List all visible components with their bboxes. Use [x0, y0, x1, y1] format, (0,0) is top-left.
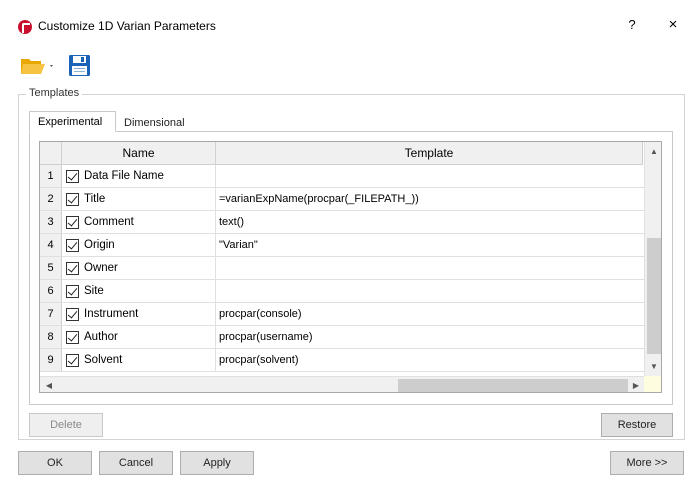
template-cell[interactable]: procpar(console) [216, 303, 644, 326]
table-row[interactable]: 6 Site [40, 280, 644, 303]
column-header-template[interactable]: Template [216, 142, 643, 165]
template-cell[interactable] [216, 165, 644, 188]
row-checkbox[interactable] [66, 285, 79, 298]
row-number: 5 [40, 257, 62, 280]
row-number: 8 [40, 326, 62, 349]
row-number: 1 [40, 165, 62, 188]
row-checkbox[interactable] [66, 308, 79, 321]
name-cell[interactable]: Comment [62, 211, 216, 234]
template-cell[interactable]: procpar(solvent) [216, 349, 644, 372]
name-cell[interactable]: Owner [62, 257, 216, 280]
close-button[interactable]: × [665, 16, 681, 33]
row-checkbox[interactable] [66, 331, 79, 344]
template-cell[interactable] [216, 257, 644, 280]
restore-button[interactable]: Restore [601, 413, 673, 437]
title-bar: Customize 1D Varian Parameters ? × [0, 0, 686, 40]
table-row[interactable]: 1 Data File Name [40, 165, 644, 188]
horizontal-scrollbar[interactable]: ◀ ▶ [40, 376, 644, 392]
scrollbar-corner [644, 376, 661, 392]
delete-button[interactable]: Delete [29, 413, 103, 437]
column-header-name[interactable]: Name [62, 142, 216, 165]
template-cell[interactable]: text() [216, 211, 644, 234]
template-cell[interactable]: =varianExpName(procpar(_FILEPATH_)) [216, 188, 644, 211]
template-cell[interactable] [216, 280, 644, 303]
table-row[interactable]: 4 Origin "Varian" [40, 234, 644, 257]
row-name: Title [84, 193, 106, 205]
scroll-right-arrow-icon[interactable]: ▶ [628, 377, 644, 392]
window-title: Customize 1D Varian Parameters [38, 19, 216, 33]
scroll-down-arrow-icon[interactable]: ▼ [645, 359, 661, 375]
row-checkbox[interactable] [66, 216, 79, 229]
row-name: Owner [84, 262, 118, 274]
vertical-scrollbar[interactable]: ▲ ▼ [644, 142, 661, 376]
table-row[interactable]: 8 Author procpar(username) [40, 326, 644, 349]
name-cell[interactable]: Origin [62, 234, 216, 257]
folder-open-icon [21, 59, 53, 74]
row-name: Site [84, 285, 104, 297]
name-cell[interactable]: Title [62, 188, 216, 211]
more-button[interactable]: More >> [610, 451, 684, 475]
name-cell[interactable]: Instrument [62, 303, 216, 326]
row-number: 3 [40, 211, 62, 234]
table-row[interactable]: 3 Comment text() [40, 211, 644, 234]
name-cell[interactable]: Data File Name [62, 165, 216, 188]
table-row[interactable]: 7 Instrument procpar(console) [40, 303, 644, 326]
name-cell[interactable]: Author [62, 326, 216, 349]
horizontal-scroll-thumb[interactable] [398, 379, 628, 392]
cancel-button[interactable]: Cancel [99, 451, 173, 475]
tab-experimental[interactable]: Experimental [29, 111, 116, 132]
row-number: 4 [40, 234, 62, 257]
apply-button[interactable]: Apply [180, 451, 254, 475]
row-number: 2 [40, 188, 62, 211]
vertical-scroll-thumb[interactable] [647, 238, 661, 354]
row-number: 6 [40, 280, 62, 303]
row-checkbox[interactable] [66, 170, 79, 183]
row-name: Comment [84, 216, 134, 228]
template-cell[interactable]: "Varian" [216, 234, 644, 257]
row-checkbox[interactable] [66, 354, 79, 367]
name-cell[interactable]: Solvent [62, 349, 216, 372]
open-button[interactable] [20, 56, 56, 76]
app-logo-icon [18, 20, 32, 34]
name-cell[interactable]: Site [62, 280, 216, 303]
save-button[interactable] [68, 54, 91, 77]
table-row[interactable]: 5 Owner [40, 257, 644, 280]
floppy-save-icon [69, 55, 90, 76]
row-name: Origin [84, 239, 115, 251]
row-checkbox[interactable] [66, 262, 79, 275]
table-row[interactable]: 9 Solvent procpar(solvent) [40, 349, 644, 372]
scroll-up-arrow-icon[interactable]: ▲ [645, 144, 661, 160]
table-row[interactable]: 2 Title =varianExpName(procpar(_FILEPATH… [40, 188, 644, 211]
row-name: Data File Name [84, 170, 164, 182]
row-number: 7 [40, 303, 62, 326]
templates-group-label: Templates [26, 87, 83, 99]
row-name: Author [84, 331, 118, 343]
scroll-left-arrow-icon[interactable]: ◀ [41, 377, 57, 392]
row-checkbox[interactable] [66, 239, 79, 252]
template-cell[interactable]: procpar(username) [216, 326, 644, 349]
row-name: Solvent [84, 354, 123, 366]
row-name: Instrument [84, 308, 139, 320]
ok-button[interactable]: OK [18, 451, 92, 475]
row-number: 9 [40, 349, 62, 372]
help-button[interactable]: ? [624, 17, 640, 32]
row-checkbox[interactable] [66, 193, 79, 206]
templates-table[interactable]: Name Template 1 Data File Name 2 Title =… [39, 141, 662, 393]
table-corner-header[interactable] [40, 142, 62, 165]
